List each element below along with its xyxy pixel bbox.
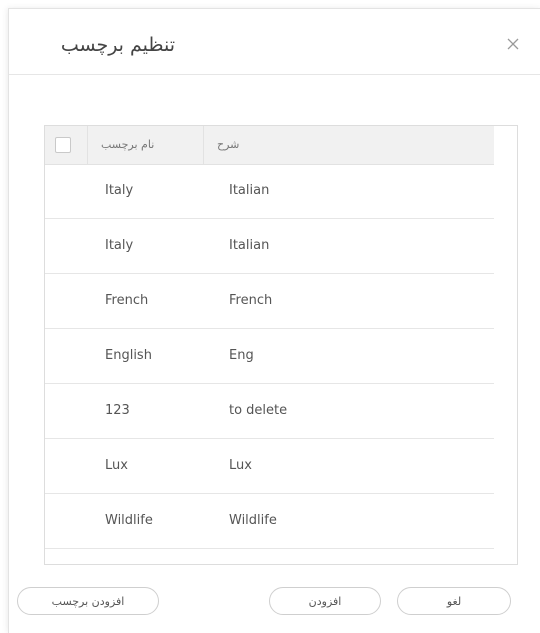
tag-description-cell: Lux (229, 458, 252, 473)
tag-description-cell: Eng (229, 348, 254, 363)
tag-description-cell: Italian (229, 238, 270, 253)
tag-description-cell: Wildlife (229, 513, 277, 528)
dialog-header: تنظیم برچسب (9, 9, 540, 75)
tag-name-cell: Italy (105, 238, 134, 253)
tag-name-cell: Lux (105, 458, 128, 473)
table-row[interactable]: Italy Italian (45, 164, 494, 219)
tags-table: نام برچسب شرح Italy Italian Italy Italia… (44, 125, 518, 565)
tag-description-cell: French (229, 293, 273, 308)
table-row[interactable]: 123 to delete (45, 384, 494, 439)
tag-name-cell: 123 (105, 403, 130, 418)
table-row[interactable]: French French (45, 274, 494, 329)
dialog-title: تنظیم برچسب (60, 34, 175, 56)
select-all-checkbox[interactable] (55, 137, 71, 153)
table-row[interactable]: Italy Italian (45, 219, 494, 274)
cancel-button[interactable]: لغو (397, 587, 511, 615)
tag-name-cell: English (105, 348, 152, 363)
table-row[interactable]: Lux Lux (45, 439, 494, 494)
tag-name-cell: French (105, 293, 149, 308)
add-button[interactable]: افزودن (269, 587, 381, 615)
table-header: نام برچسب شرح (45, 126, 494, 165)
tag-name-cell: Italy (105, 183, 134, 198)
close-icon[interactable] (505, 36, 521, 52)
header-divider (87, 126, 88, 164)
tag-description-cell: to delete (229, 403, 288, 418)
tag-name-cell: Wildlife (105, 513, 153, 528)
column-header-description: شرح (217, 138, 240, 151)
table-row[interactable]: English Eng (45, 329, 494, 384)
table-row[interactable]: Wildlife Wildlife (45, 494, 494, 549)
add-tag-button[interactable]: افزودن برچسب (17, 587, 159, 615)
tag-settings-dialog: تنظیم برچسب نام برچسب شرح Italy Italian … (8, 8, 540, 633)
header-divider (203, 126, 204, 164)
tag-description-cell: Italian (229, 183, 270, 198)
column-header-name: نام برچسب (101, 138, 155, 151)
